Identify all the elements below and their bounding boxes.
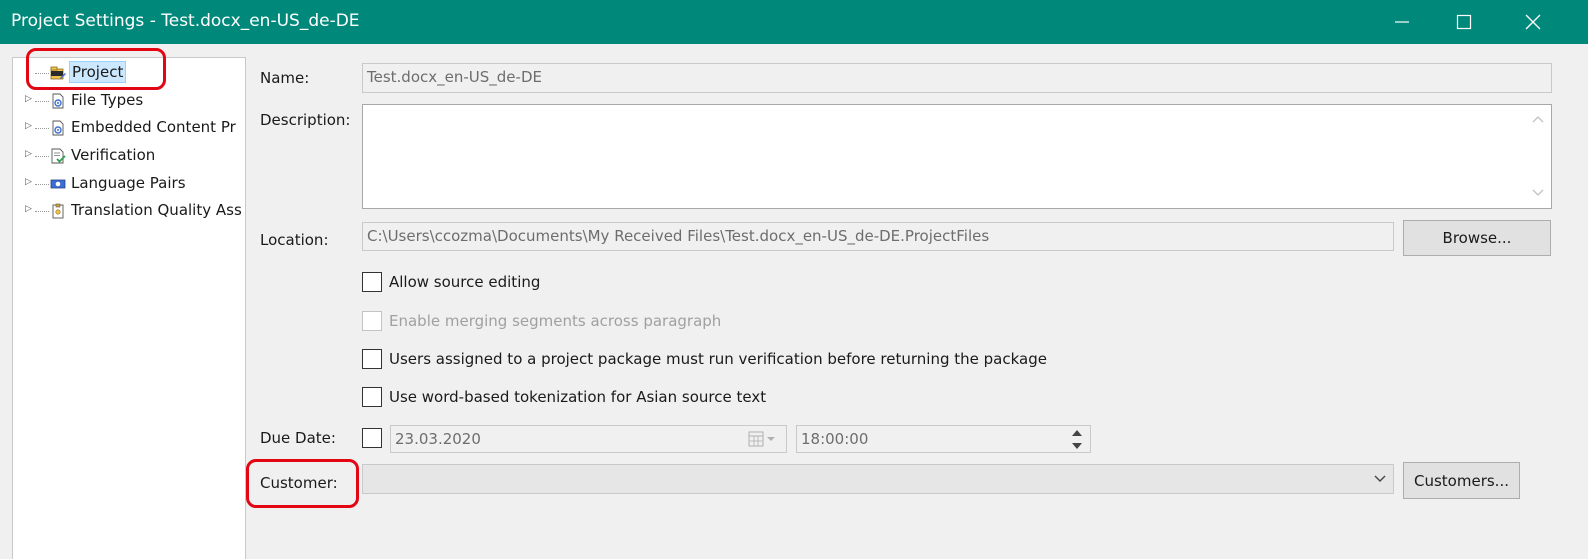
tree-item-verification[interactable]: ▷ Verification [13,143,245,169]
time-decrement-button[interactable] [1065,439,1089,452]
customer-dropdown-toggle[interactable] [1370,471,1390,487]
settings-tree: Project ▷ File Types ▷ Embedded Content … [12,57,246,559]
customer-label: Customer: [260,474,338,492]
description-label: Description: [260,111,351,129]
scroll-down-button[interactable] [1528,184,1548,202]
tree-connector [35,101,49,102]
minimize-button[interactable] [1371,0,1433,44]
title-bar: Project Settings - Test.docx_en-US_de-DE [0,0,1588,44]
maximize-button[interactable] [1433,0,1495,44]
allow-source-editing-label: Allow source editing [389,273,541,291]
tree-connector [35,184,49,185]
expand-arrow-icon[interactable]: ▷ [25,148,35,160]
tree-connector [35,128,49,129]
language-pairs-icon [50,179,66,189]
word-tokenization-label: Use word-based tokenization for Asian so… [389,388,767,406]
window-title: Project Settings - Test.docx_en-US_de-DE [11,11,360,31]
run-verification-checkbox[interactable] [362,349,382,369]
tree-item-language-pairs[interactable]: ▷ Language Pairs [13,171,245,197]
tree-connector [35,156,49,157]
tree-item-translation-quality[interactable]: ▷ Translation Quality Ass [13,198,245,224]
chevron-down-icon [1532,189,1544,196]
tree-item-file-types[interactable]: ▷ File Types [13,88,245,114]
customers-button[interactable]: Customers... [1403,462,1520,499]
word-tokenization-checkbox[interactable] [362,387,382,407]
due-date-label: Due Date: [260,429,336,447]
customer-dropdown[interactable] [362,464,1394,494]
tree-connector [35,73,49,74]
run-verification-label: Users assigned to a project package must… [389,350,1047,368]
browse-button[interactable]: Browse... [1403,220,1551,256]
enable-merging-checkbox[interactable] [362,311,382,331]
name-label: Name: [260,69,310,87]
expand-arrow-icon[interactable]: ▷ [25,120,35,132]
minimize-icon [1395,21,1409,23]
file-types-icon [52,93,64,109]
due-date-checkbox[interactable] [362,428,382,448]
tree-connector [35,211,49,212]
allow-source-editing-checkbox[interactable] [362,272,382,292]
verification-icon [51,148,66,164]
maximize-icon [1456,14,1472,30]
location-field[interactable]: C:\Users\ccozma\Documents\My Received Fi… [362,222,1394,251]
location-label: Location: [260,231,329,249]
tree-item-label: File Types [71,91,144,109]
tree-item-embedded-content[interactable]: ▷ Embedded Content Pr [13,115,245,141]
name-field[interactable]: Test.docx_en-US_de-DE [362,63,1552,93]
project-icon [50,66,66,80]
translation-quality-icon [52,203,64,219]
tree-item-label: Embedded Content Pr [71,118,236,136]
due-time-field[interactable]: 18:00:00 [796,425,1091,453]
tree-item-label: Project [69,61,127,83]
tree-item-label: Verification [71,146,156,164]
chevron-up-icon [1532,116,1544,123]
time-increment-button[interactable] [1065,426,1089,439]
tree-item-label: Language Pairs [71,174,186,192]
expand-arrow-icon[interactable]: ▷ [25,176,35,188]
arrow-down-icon [1072,442,1082,449]
calendar-dropdown-button[interactable] [747,430,779,448]
chevron-down-icon [1374,475,1386,482]
close-icon [1525,14,1541,30]
description-textarea[interactable] [362,104,1552,209]
expand-arrow-icon[interactable]: ▷ [25,93,35,105]
due-date-picker[interactable]: 23.03.2020 [390,425,787,453]
tree-item-project[interactable]: Project [13,60,245,86]
enable-merging-label: Enable merging segments across paragraph [389,312,722,330]
scroll-up-button[interactable] [1528,110,1548,128]
arrow-up-icon [1072,429,1082,436]
embedded-content-icon [52,120,64,136]
close-button[interactable] [1502,0,1564,44]
expand-arrow-icon[interactable]: ▷ [25,203,35,215]
tree-item-label: Translation Quality Ass [71,201,242,219]
calendar-icon [748,431,775,447]
